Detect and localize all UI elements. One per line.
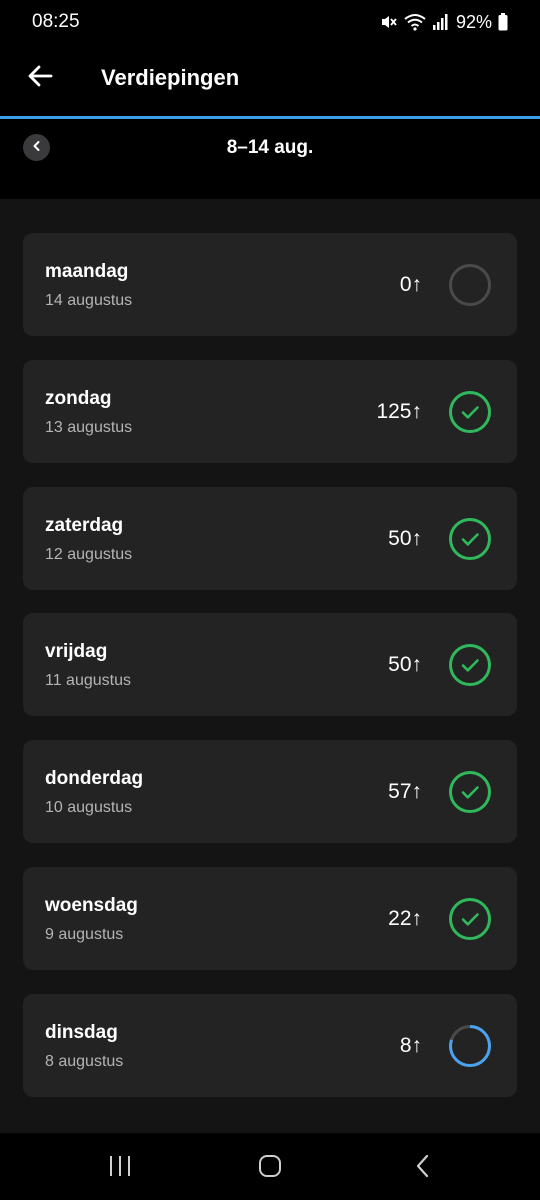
day-card[interactable]: vrijdag 11 augustus 50↑: [23, 613, 517, 716]
day-list: maandag 14 augustus 0↑ zondag 13 augustu…: [0, 199, 540, 1133]
back-nav-icon: [414, 1154, 432, 1183]
day-name: dinsdag: [45, 1022, 118, 1043]
mute-icon: [380, 13, 398, 31]
arrow-left-icon: [27, 63, 53, 94]
day-name: woensdag: [45, 895, 138, 916]
back-button[interactable]: [20, 58, 60, 98]
battery-percentage: 92%: [455, 11, 492, 32]
day-date: 12 augustus: [45, 546, 133, 563]
day-name: vrijdag: [45, 641, 108, 662]
check-circle-icon: [449, 771, 491, 813]
floors-value: 57↑: [388, 780, 422, 803]
day-card[interactable]: maandag 14 augustus 0↑: [23, 233, 517, 336]
check-circle-icon: [449, 644, 491, 686]
week-navigation: 8–14 aug.: [0, 119, 540, 199]
day-name: zaterdag: [45, 515, 124, 536]
day-date: 11 augustus: [45, 672, 131, 689]
day-name: maandag: [45, 261, 129, 282]
status-bar: 08:25 92%: [0, 0, 540, 44]
app-bar: Verdiepingen: [0, 44, 540, 116]
day-card[interactable]: zondag 13 augustus 125↑: [23, 360, 517, 463]
day-card[interactable]: zaterdag 12 augustus 50↑: [23, 487, 517, 590]
recents-button[interactable]: [100, 1153, 140, 1183]
system-nav-bar: [0, 1133, 540, 1200]
recents-icon: [108, 1155, 132, 1182]
day-name: zondag: [45, 388, 112, 409]
day-card[interactable]: woensdag 9 augustus 22↑: [23, 867, 517, 970]
floors-value: 8↑: [399, 1034, 422, 1057]
home-icon: [258, 1154, 282, 1183]
battery-icon: [498, 13, 508, 31]
day-date: 10 augustus: [45, 799, 133, 816]
empty-ring-icon: [449, 264, 491, 306]
day-card[interactable]: donderdag 10 augustus 57↑: [23, 740, 517, 843]
day-date: 8 augustus: [45, 1053, 124, 1070]
back-nav-button[interactable]: [403, 1153, 443, 1183]
progress-ring-icon: [449, 1025, 491, 1067]
floors-value: 0↑: [399, 273, 422, 296]
check-circle-icon: [449, 518, 491, 560]
status-icons: 92%: [380, 10, 508, 34]
day-date: 13 augustus: [45, 419, 133, 436]
check-circle-icon: [449, 391, 491, 433]
floors-value: 50↑: [388, 527, 422, 550]
day-date: 9 augustus: [45, 926, 124, 943]
floors-value: 50↑: [388, 653, 422, 676]
floors-value: 22↑: [388, 907, 422, 930]
page-title: Verdiepingen: [101, 65, 240, 90]
check-circle-icon: [449, 898, 491, 940]
wifi-icon: [404, 13, 426, 31]
status-time: 08:25: [32, 11, 80, 32]
home-button[interactable]: [250, 1153, 290, 1183]
day-card[interactable]: dinsdag 8 augustus 8↑: [23, 994, 517, 1097]
floors-value: 125↑: [376, 400, 422, 423]
signal-icon: [432, 13, 448, 31]
day-name: donderdag: [45, 768, 144, 789]
week-range-label: 8–14 aug.: [226, 137, 314, 158]
day-date: 14 augustus: [45, 292, 133, 309]
